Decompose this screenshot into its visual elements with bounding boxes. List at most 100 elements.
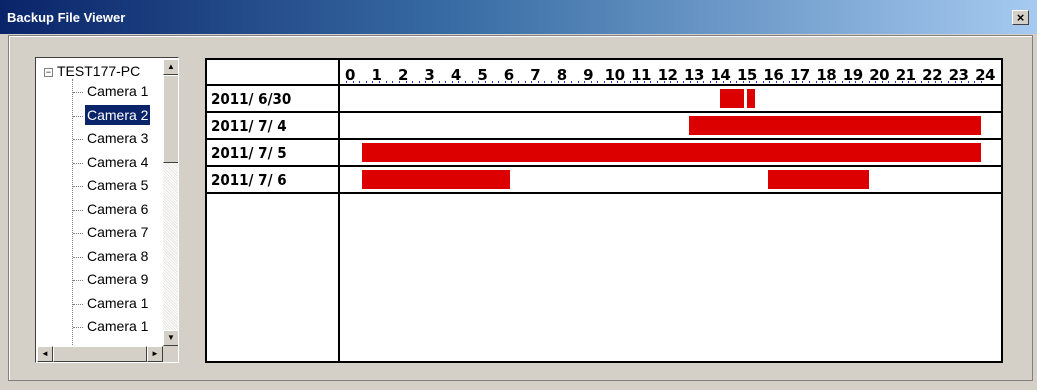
hour-tick <box>861 81 863 83</box>
hour-label: 15 <box>736 66 757 84</box>
hour-tick <box>637 81 639 83</box>
recording-bar[interactable] <box>361 170 511 189</box>
collapse-icon[interactable]: − <box>44 68 53 77</box>
hour-tick <box>709 81 711 83</box>
tree-item-camera[interactable]: Camera 8 <box>85 246 150 266</box>
date-cell[interactable]: 2011/ 7/ 6 <box>211 167 336 193</box>
hour-tick <box>478 81 480 83</box>
hour-tick <box>617 81 619 83</box>
title-bar[interactable]: Backup File Viewer × <box>0 0 1037 34</box>
hour-label: 17 <box>789 66 810 84</box>
scroll-thumb[interactable] <box>163 75 178 163</box>
tree-connector <box>73 233 83 234</box>
tree-item-camera[interactable]: Camera 5 <box>85 175 150 195</box>
hour-label: 10 <box>604 66 625 84</box>
hour-label: 19 <box>842 66 863 84</box>
tree-connector <box>73 92 83 93</box>
hour-tick <box>914 81 916 83</box>
tree-item-camera[interactable]: Camera 7 <box>85 222 150 242</box>
recording-bar[interactable] <box>361 143 982 162</box>
camera-tree[interactable]: − TEST177-PC Camera 1 Camera 2 Camera 3 Cam… <box>35 57 179 363</box>
hour-tick <box>438 81 440 83</box>
hour-label: 20 <box>869 66 890 84</box>
hour-tick <box>775 81 777 83</box>
scroll-down-button[interactable]: ▼ <box>163 330 178 346</box>
hour-tick <box>981 81 982 83</box>
horizontal-scroll-thumb[interactable] <box>53 346 147 362</box>
scroll-right-button[interactable]: ► <box>147 346 163 362</box>
hour-tick <box>365 81 367 83</box>
scroll-left-icon: ◄ <box>41 349 49 358</box>
scroll-left-button[interactable]: ◄ <box>37 346 53 362</box>
hour-tick <box>828 81 830 83</box>
recording-bar[interactable] <box>746 89 755 108</box>
hour-tick <box>848 81 850 83</box>
hour-tick <box>412 81 414 83</box>
hour-tick <box>511 81 513 83</box>
close-button[interactable]: × <box>1012 10 1029 25</box>
hour-tick <box>961 81 963 83</box>
close-icon: × <box>1016 10 1025 25</box>
tree-item-camera[interactable]: Camera 6 <box>85 199 150 219</box>
recording-bar[interactable] <box>720 89 745 108</box>
hour-label: 12 <box>657 66 678 84</box>
hour-tick <box>544 81 546 83</box>
tree-vertical-scrollbar[interactable]: ▲ ▼ <box>163 59 178 346</box>
hour-tick <box>815 81 817 83</box>
hour-tick <box>484 81 486 83</box>
hour-tick <box>782 81 784 83</box>
hour-tick <box>524 81 526 83</box>
hour-tick <box>683 81 685 83</box>
scroll-up-button[interactable]: ▲ <box>163 59 178 75</box>
hour-tick <box>875 81 877 83</box>
hour-tick <box>656 81 658 83</box>
hour-tick <box>689 81 691 83</box>
hour-tick <box>551 81 553 83</box>
tree-connector <box>73 209 83 211</box>
recording-timeline[interactable]: 0 1 2 3 4 5 6 7 8 9 10 11 12 13 14 15 16 17 18 19 20 21 22 23 24… <box>205 58 1003 363</box>
hour-tick <box>445 81 447 83</box>
tree-connector <box>73 256 83 258</box>
recording-bar[interactable] <box>688 116 982 135</box>
hour-tick <box>729 81 731 83</box>
status-strip <box>0 381 1037 390</box>
hour-label: 13 <box>684 66 704 84</box>
hour-tick <box>809 81 811 83</box>
tree-connector <box>73 280 83 281</box>
hour-tick <box>431 81 433 83</box>
hour-tick <box>372 81 374 83</box>
hour-tick <box>954 81 956 83</box>
tree-connector <box>72 79 73 346</box>
recording-bar[interactable] <box>768 170 869 189</box>
tree-item-camera[interactable]: Camera 1 <box>85 293 150 313</box>
hour-tick <box>676 81 678 83</box>
hour-tick <box>643 81 645 83</box>
hour-tick <box>498 81 500 83</box>
hour-tick <box>597 81 599 83</box>
hour-tick <box>908 81 910 83</box>
hour-tick <box>570 81 572 83</box>
tree-item-camera[interactable]: Camera 3 <box>85 128 150 148</box>
tree-item-camera[interactable]: Camera 4 <box>85 152 150 172</box>
tree-item-camera[interactable]: Camera 2 <box>85 104 151 125</box>
tree-list: − TEST177-PC Camera 1 Camera 2 Camera 3 Cam… <box>37 59 163 346</box>
tree-item-camera[interactable]: Camera 1 <box>85 316 150 336</box>
tree-connector <box>73 139 83 140</box>
hour-tick <box>650 81 652 83</box>
date-cell[interactable]: 2011/ 7/ 4 <box>211 113 336 139</box>
tree-root-pc[interactable]: TEST177-PC <box>57 61 140 81</box>
hour-tick <box>888 81 890 83</box>
date-cell[interactable]: 2011/ 6/30 <box>211 86 336 112</box>
date-cell[interactable]: 2011/ 7/ 5 <box>211 140 336 166</box>
hour-tick <box>934 81 936 83</box>
hour-tick <box>346 81 347 83</box>
hour-tick <box>855 81 857 83</box>
hour-tick <box>584 81 586 83</box>
tree-item-camera[interactable]: Camera 1 <box>85 81 150 101</box>
hour-tick <box>623 81 625 83</box>
tree-horizontal-scrollbar[interactable]: ◄ ► <box>37 346 163 362</box>
tree-connector <box>73 186 83 187</box>
row-divider <box>207 192 1001 194</box>
hour-tick <box>451 81 453 83</box>
tree-item-camera[interactable]: Camera 9 <box>85 269 150 289</box>
